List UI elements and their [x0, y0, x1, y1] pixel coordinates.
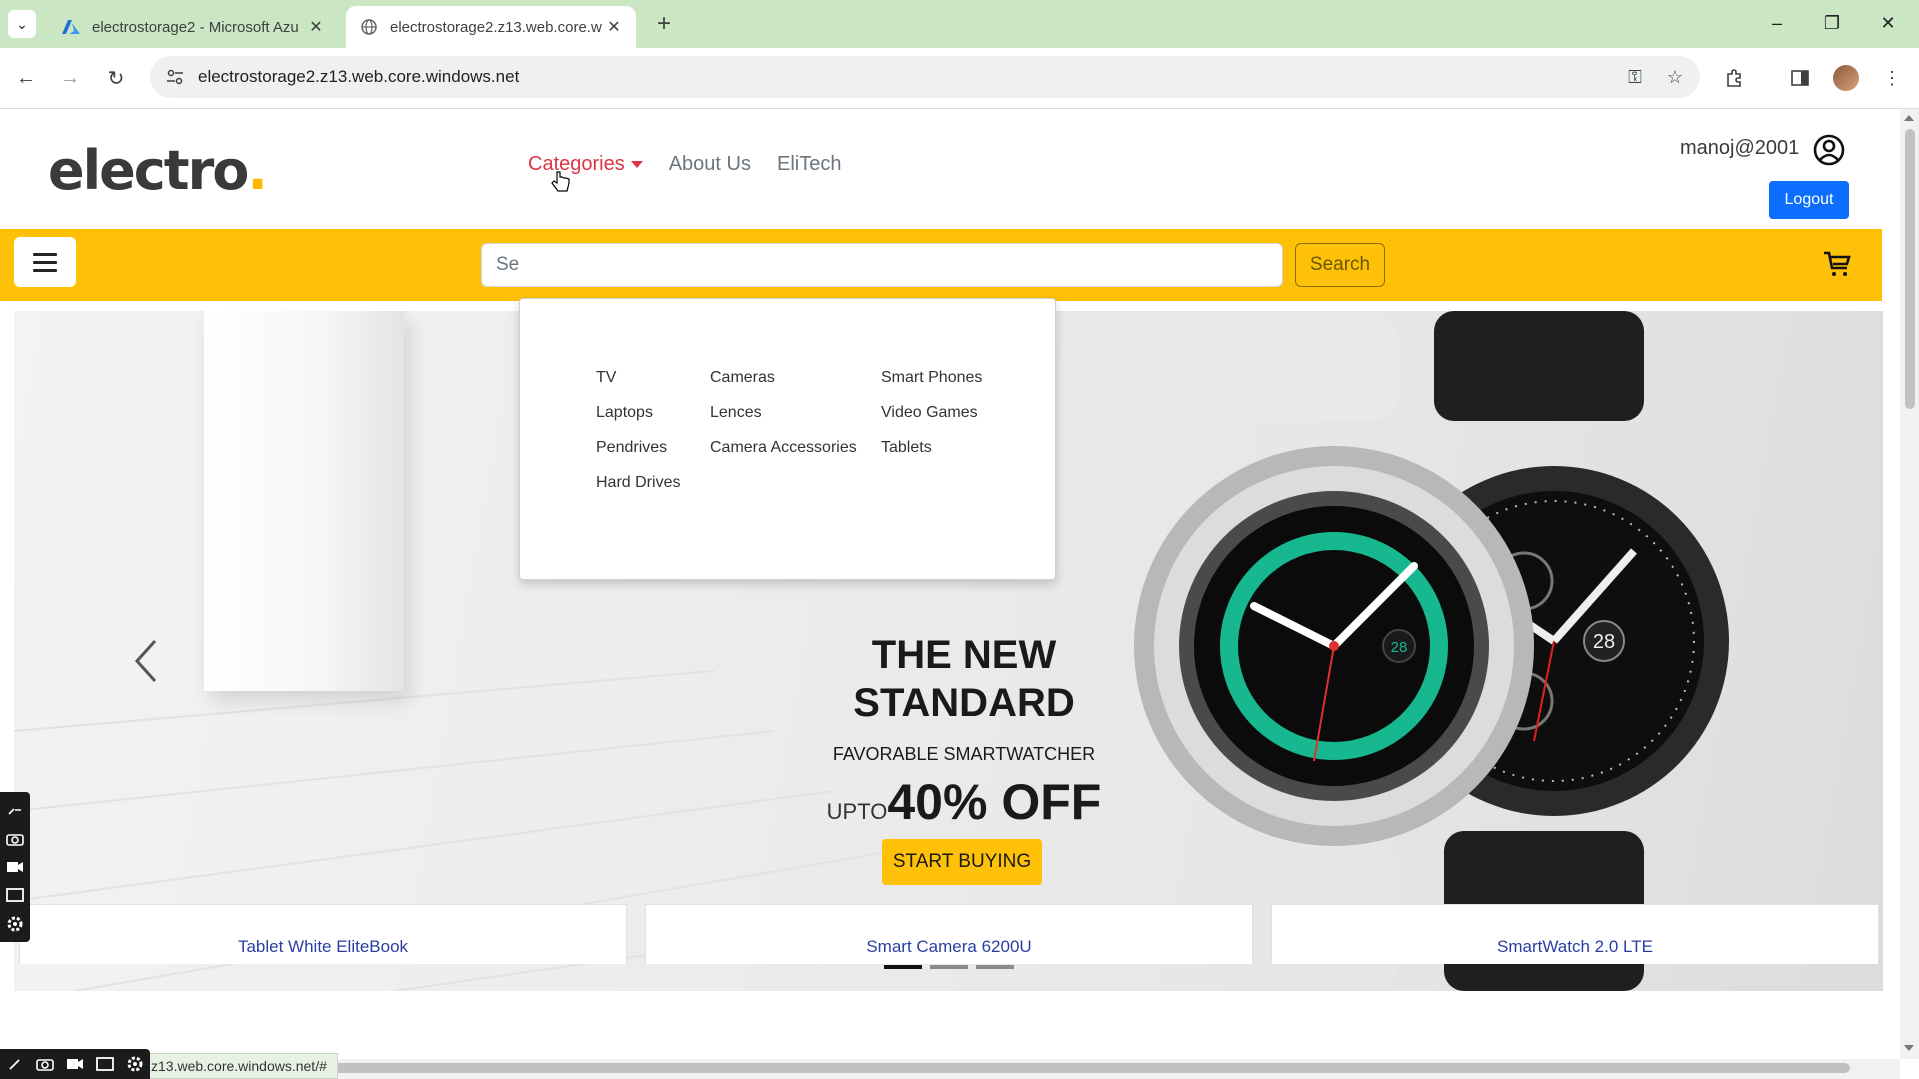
video-icon[interactable] — [5, 858, 25, 876]
profile-avatar[interactable] — [1828, 60, 1864, 96]
product-title[interactable]: SmartWatch 2.0 LTE — [1272, 937, 1878, 957]
scroll-up-icon[interactable] — [1904, 115, 1914, 121]
restore-icon[interactable]: ❐ — [1812, 8, 1852, 38]
search-button[interactable]: Search — [1295, 243, 1385, 287]
product-card[interactable]: SmartWatch 2.0 LTE — [1271, 904, 1879, 964]
category-video-games[interactable]: Video Games — [881, 404, 982, 422]
address-bar[interactable]: electrostorage2.z13.web.core.windows.net… — [150, 56, 1700, 98]
password-key-icon[interactable]: ⚿ — [1620, 62, 1650, 92]
draw-icon[interactable] — [5, 801, 25, 819]
reload-icon[interactable]: ↻ — [100, 62, 132, 94]
category-camera-accessories[interactable]: Camera Accessories — [710, 439, 857, 457]
side-panel-icon[interactable] — [1782, 60, 1818, 96]
main-nav: Categories About Us EliTech — [528, 153, 841, 176]
carousel-indicator[interactable] — [884, 965, 922, 969]
user-name: manoj@2001 — [1680, 137, 1800, 159]
browser-toolbar: ← → ↻ electrostorage2.z13.web.core.windo… — [0, 48, 1919, 109]
more-menu-icon[interactable]: ⋮ — [1874, 60, 1910, 96]
capture-toolbar-horizontal — [0, 1049, 150, 1079]
category-hard-drives[interactable]: Hard Drives — [596, 474, 680, 492]
nav-elitech[interactable]: EliTech — [777, 153, 841, 176]
scroll-thumb[interactable] — [1905, 129, 1915, 409]
carousel-prev-icon[interactable] — [129, 631, 169, 691]
camera-icon[interactable] — [5, 830, 25, 848]
carousel-next-icon[interactable] — [1744, 631, 1784, 691]
smartwatch-image: 28 28 — [1134, 311, 1729, 991]
camera-icon[interactable] — [35, 1055, 55, 1073]
category-laptops[interactable]: Laptops — [596, 404, 680, 422]
category-lences[interactable]: Lences — [710, 404, 857, 422]
decor-block — [204, 311, 404, 691]
forward-arrow-icon[interactable]: → — [54, 62, 86, 94]
back-arrow-icon[interactable]: ← — [10, 62, 42, 94]
product-card[interactable]: Smart Camera 6200U — [645, 904, 1253, 964]
minimize-icon[interactable]: – — [1757, 8, 1797, 38]
cart-icon[interactable] — [1822, 249, 1854, 281]
search-input[interactable]: Se — [481, 243, 1283, 287]
hero-subtitle: FAVORABLE SMARTWATCHER — [832, 744, 1096, 764]
hamburger-menu-icon[interactable] — [14, 237, 76, 287]
category-smart-phones[interactable]: Smart Phones — [881, 369, 982, 387]
hero-offer: UPTO40% OFF — [826, 774, 1102, 830]
tab-title: electrostorage2 - Microsoft Azu — [92, 18, 299, 36]
logout-button[interactable]: Logout — [1769, 181, 1849, 219]
carousel-indicator[interactable] — [930, 965, 968, 969]
svg-text:28: 28 — [1593, 631, 1615, 653]
carousel-indicators — [884, 965, 1014, 969]
category-pendrives[interactable]: Pendrives — [596, 439, 680, 457]
window-capture-icon[interactable] — [95, 1055, 115, 1073]
category-tv[interactable]: TV — [596, 369, 680, 387]
draw-icon[interactable] — [5, 1055, 25, 1073]
close-icon[interactable]: ✕ — [304, 15, 328, 39]
scroll-down-icon[interactable] — [1904, 1045, 1914, 1051]
svg-text:28: 28 — [1391, 639, 1408, 656]
globe-icon — [360, 18, 378, 36]
browser-tab-strip: ⌄ electrostorage2 - Microsoft Azu ✕ elec… — [0, 0, 1919, 48]
new-tab-plus-icon[interactable]: + — [650, 10, 678, 38]
settings-gear-icon[interactable] — [5, 915, 25, 933]
scroll-thumb[interactable] — [150, 1063, 1850, 1073]
azure-icon — [62, 18, 80, 36]
tab-search-chevron-icon[interactable]: ⌄ — [8, 10, 36, 38]
site-info-icon[interactable] — [164, 66, 186, 88]
carousel-indicator[interactable] — [976, 965, 1014, 969]
user-circle-icon[interactable] — [1812, 133, 1846, 167]
nav-about-us[interactable]: About Us — [669, 153, 751, 176]
product-title[interactable]: Smart Camera 6200U — [646, 937, 1252, 957]
close-icon[interactable]: ✕ — [602, 15, 626, 39]
caret-down-icon — [630, 161, 643, 169]
site-logo[interactable]: electro. — [48, 139, 268, 202]
product-card[interactable]: Tablet White EliteBook — [19, 904, 627, 964]
hero-title: THE NEW STANDARD — [853, 633, 1075, 725]
categories-dropdown: TV Laptops Pendrives Hard Drives Cameras… — [519, 298, 1056, 580]
category-tablets[interactable]: Tablets — [881, 439, 982, 457]
settings-gear-icon[interactable] — [125, 1055, 145, 1073]
video-icon[interactable] — [65, 1055, 85, 1073]
start-buying-button[interactable]: START BUYING — [882, 839, 1042, 885]
url-text[interactable]: electrostorage2.z13.web.core.windows.net — [198, 67, 1620, 87]
categories-column-2: Cameras Lences Camera Accessories — [710, 369, 857, 457]
nav-categories[interactable]: Categories — [528, 153, 643, 176]
tab-title: electrostorage2.z13.web.core.w — [390, 18, 602, 36]
categories-column-3: Smart Phones Video Games Tablets — [881, 369, 982, 457]
browser-tab-electrostorage[interactable]: electrostorage2.z13.web.core.w ✕ — [346, 6, 636, 48]
product-title[interactable]: Tablet White EliteBook — [20, 937, 626, 957]
hand-cursor-icon — [551, 171, 570, 192]
capture-toolbar-vertical — [0, 792, 30, 942]
categories-column-1: TV Laptops Pendrives Hard Drives — [596, 369, 680, 492]
category-cameras[interactable]: Cameras — [710, 369, 857, 387]
bookmark-star-icon[interactable]: ☆ — [1660, 62, 1690, 92]
window-close-icon[interactable]: ✕ — [1868, 8, 1908, 38]
extensions-icon[interactable] — [1717, 60, 1753, 96]
browser-tab-azure[interactable]: electrostorage2 - Microsoft Azu ✕ — [48, 6, 338, 48]
vertical-scrollbar[interactable] — [1900, 109, 1919, 1059]
window-capture-icon[interactable] — [5, 886, 25, 904]
